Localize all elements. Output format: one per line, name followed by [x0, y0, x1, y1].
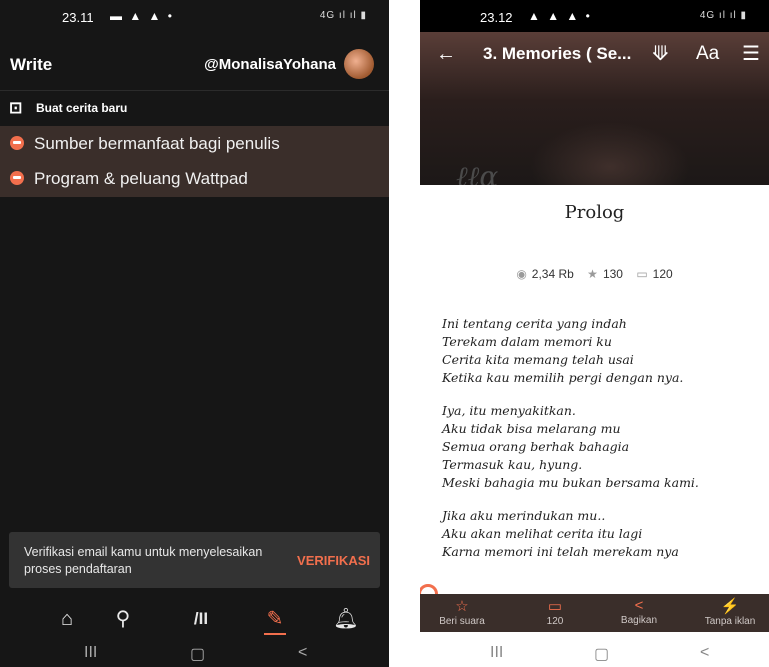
poem-line: Ketika kau memilih pergi dengan nya.: [442, 370, 684, 385]
library-icon[interactable]: /II: [186, 604, 216, 634]
poem-line: Cerita kita memang telah usai: [442, 352, 634, 367]
status-time: 23.12: [480, 10, 513, 25]
signal-icon: 4G ıl ıl ▮: [319, 10, 367, 21]
chapter-stats: ◉ 2,34 Rb ★ 130 ▭ 120: [420, 267, 769, 281]
ad-free-button[interactable]: ⚡ Tanpa iklan: [690, 594, 769, 632]
active-tab-indicator: [264, 633, 286, 635]
menu-item-label: Program & peluang Wattpad: [34, 169, 248, 188]
verify-button[interactable]: VERIFIKASI: [297, 553, 370, 568]
star-icon: ☆: [455, 598, 469, 615]
download-icon[interactable]: ⟱: [652, 41, 669, 66]
reads-icon: ◉: [516, 267, 527, 281]
recent-apps-button[interactable]: III: [84, 644, 97, 662]
share-label: Bagikan: [620, 615, 658, 626]
program-icon: [10, 171, 24, 185]
font-settings-button[interactable]: Aa: [696, 43, 719, 65]
poem-line: Iya, itu menyakitkan.: [442, 403, 576, 418]
comment-icon: ▭: [636, 267, 648, 281]
status-notification-icons: ▬ ▲ ▲ •: [110, 9, 174, 23]
back-button[interactable]: <: [700, 644, 709, 662]
new-story-label: Buat cerita baru: [36, 101, 128, 115]
username[interactable]: @MonalisaYohana: [204, 56, 336, 73]
reads-count: 2,34 Rb: [531, 267, 574, 281]
poem-line: Meski bahagia mu bukan bersama kami.: [442, 475, 699, 490]
snackbar-message: Verifikasi email kamu untuk menyelesaika…: [24, 545, 263, 576]
home-icon[interactable]: ⌂: [52, 604, 82, 634]
vote-icon: ★: [587, 267, 598, 281]
right-phone-screen: 23.12 ▲ ▲ ▲ • 4G ıl ıl ▮ ℓℓα ← 3. Memori…: [420, 0, 769, 667]
poem-line: Jika aku merindukan mu..: [442, 508, 606, 523]
system-nav: III ▢ <: [0, 640, 389, 667]
poem-line: Termasuk kau, hyung.: [442, 457, 583, 472]
chapter-cover-image: ℓℓα ← 3. Memories ( Se... ⟱ Aa ☰: [420, 32, 769, 185]
poem-line: Terekam dalam memori ku: [442, 334, 612, 349]
back-arrow-icon[interactable]: ←: [436, 43, 456, 66]
add-story-icon: ⊡: [9, 100, 23, 117]
chapter-text: Ini tentang cerita yang indah Terekam da…: [442, 315, 762, 576]
poem-line: Aku akan melihat cerita itu lagi: [442, 526, 643, 541]
comments-button[interactable]: ▭ 120: [515, 594, 595, 632]
stanza: Iya, itu menyakitkan. Aku tidak bisa mel…: [442, 402, 762, 492]
writer-menu: Sumber bermanfaat bagi penulis Program &…: [0, 126, 389, 197]
poem-line: Semua orang berhak bahagia: [442, 439, 630, 454]
comments-count: 120: [652, 267, 673, 281]
chapter-title: 3. Memories ( Se...: [483, 44, 632, 63]
votes-count: 130: [602, 267, 623, 281]
stanza: Ini tentang cerita yang indah Terekam da…: [442, 315, 762, 387]
ad-free-label: Tanpa iklan: [704, 616, 756, 627]
poem-line: Aku tidak bisa melarang mu: [442, 421, 621, 436]
left-phone-screen: 23.11 ▬ ▲ ▲ • 4G ıl ıl ▮ Write @Monalisa…: [0, 0, 389, 667]
status-time: 23.11: [62, 10, 94, 25]
resource-icon: [10, 136, 24, 150]
menu-item-writer-resources[interactable]: Sumber bermanfaat bagi penulis: [0, 126, 389, 161]
reading-action-bar: ☆ Beri suara ▭ 120 < Bagikan ⚡ Tanpa ikl…: [420, 594, 769, 632]
page-title: Write: [10, 55, 53, 74]
verification-snackbar: Verifikasi email kamu untuk menyelesaika…: [9, 532, 380, 588]
chapter-heading: Prolog: [564, 202, 625, 223]
poem-line: Karna memori ini telah merekam nya: [442, 544, 679, 559]
table-of-contents-icon[interactable]: ☰: [742, 41, 760, 66]
system-nav: III ▢ <: [420, 640, 769, 667]
avatar[interactable]: [344, 49, 374, 79]
bottom-nav: ⌂ ⚲ /II ✎ 🔔︎: [0, 598, 389, 638]
vote-label: Beri suara: [439, 616, 485, 627]
share-button[interactable]: < Bagikan: [599, 594, 679, 632]
back-button[interactable]: <: [298, 644, 307, 662]
status-bar: 23.11 ▬ ▲ ▲ • 4G ıl ıl ▮: [0, 0, 389, 32]
vote-button[interactable]: ☆ Beri suara: [422, 594, 502, 632]
recent-apps-button[interactable]: III: [490, 644, 503, 662]
lightning-icon: ⚡: [720, 598, 740, 615]
status-bar: 23.12 ▲ ▲ ▲ • 4G ıl ıl ▮: [420, 0, 769, 32]
notifications-icon[interactable]: 🔔︎: [331, 604, 361, 634]
comments-label: 120: [546, 616, 564, 627]
cover-shade: [530, 122, 690, 185]
cover-signature: ℓℓα: [456, 160, 499, 185]
menu-item-label: Sumber bermanfaat bagi penulis: [34, 134, 280, 153]
comment-icon: ▭: [547, 598, 563, 615]
signal-icon: 4G ıl ıl ▮: [699, 10, 747, 21]
share-icon: <: [634, 597, 644, 614]
menu-item-wattpad-programs[interactable]: Program & peluang Wattpad: [0, 161, 389, 196]
home-button[interactable]: ▢: [594, 644, 609, 664]
new-story-button[interactable]: ⊡ Buat cerita baru: [0, 91, 389, 126]
stanza: Jika aku merindukan mu.. Aku akan meliha…: [442, 507, 762, 561]
search-icon[interactable]: ⚲: [108, 604, 138, 634]
write-header: Write @MonalisaYohana: [0, 32, 389, 91]
home-button[interactable]: ▢: [190, 644, 205, 664]
status-notification-icons: ▲ ▲ ▲ •: [528, 9, 592, 23]
poem-line: Ini tentang cerita yang indah: [442, 316, 627, 331]
write-icon[interactable]: ✎: [260, 604, 290, 634]
